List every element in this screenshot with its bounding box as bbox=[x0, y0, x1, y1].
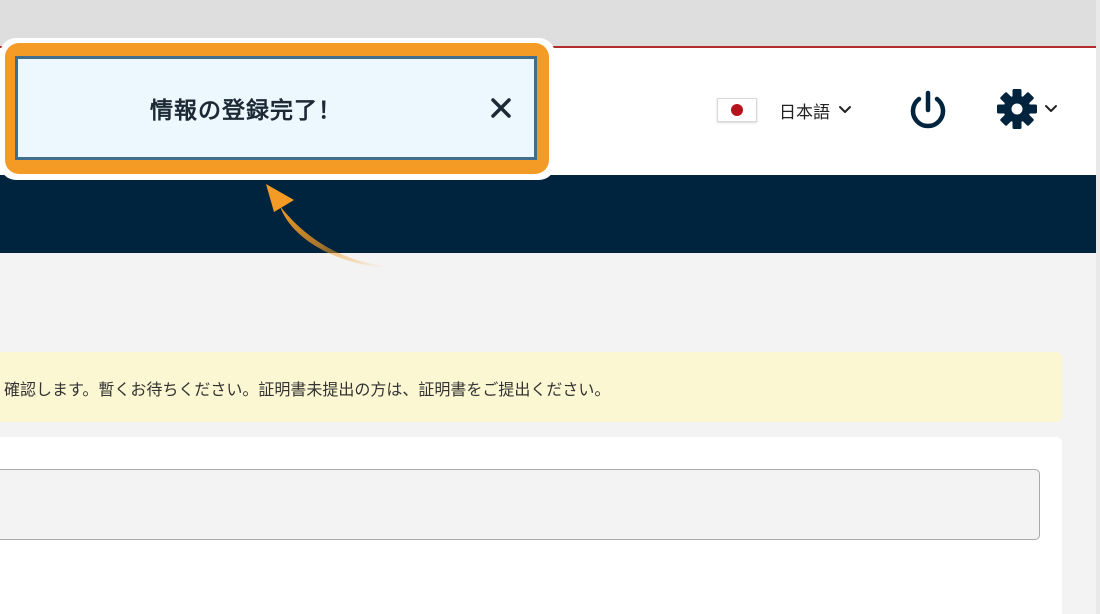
language-label: 日本語 bbox=[779, 102, 830, 123]
chevron-down-icon bbox=[839, 106, 851, 113]
gear-icon bbox=[997, 89, 1037, 129]
power-icon[interactable] bbox=[906, 88, 950, 132]
callout-arrow-icon bbox=[266, 184, 384, 268]
text-field[interactable] bbox=[0, 469, 1040, 540]
app-window: 日本語 確認します。暫くお待ちください。証明書未提出の方は、証明書をご提出くださ… bbox=[0, 0, 1100, 614]
notice-text: 確認します。暫くお待ちください。証明書未提出の方は、証明書をご提出ください。 bbox=[4, 380, 611, 399]
window-edge bbox=[1096, 0, 1100, 614]
japan-flag-icon bbox=[717, 98, 757, 122]
main-navbar bbox=[0, 175, 1100, 253]
language-selector[interactable]: 日本語 bbox=[717, 96, 852, 124]
toast-message: 情報の登録完了！ bbox=[150, 98, 342, 124]
close-icon[interactable] bbox=[488, 95, 514, 121]
chevron-down-icon bbox=[1045, 105, 1057, 112]
settings-menu-button[interactable] bbox=[996, 87, 1066, 131]
